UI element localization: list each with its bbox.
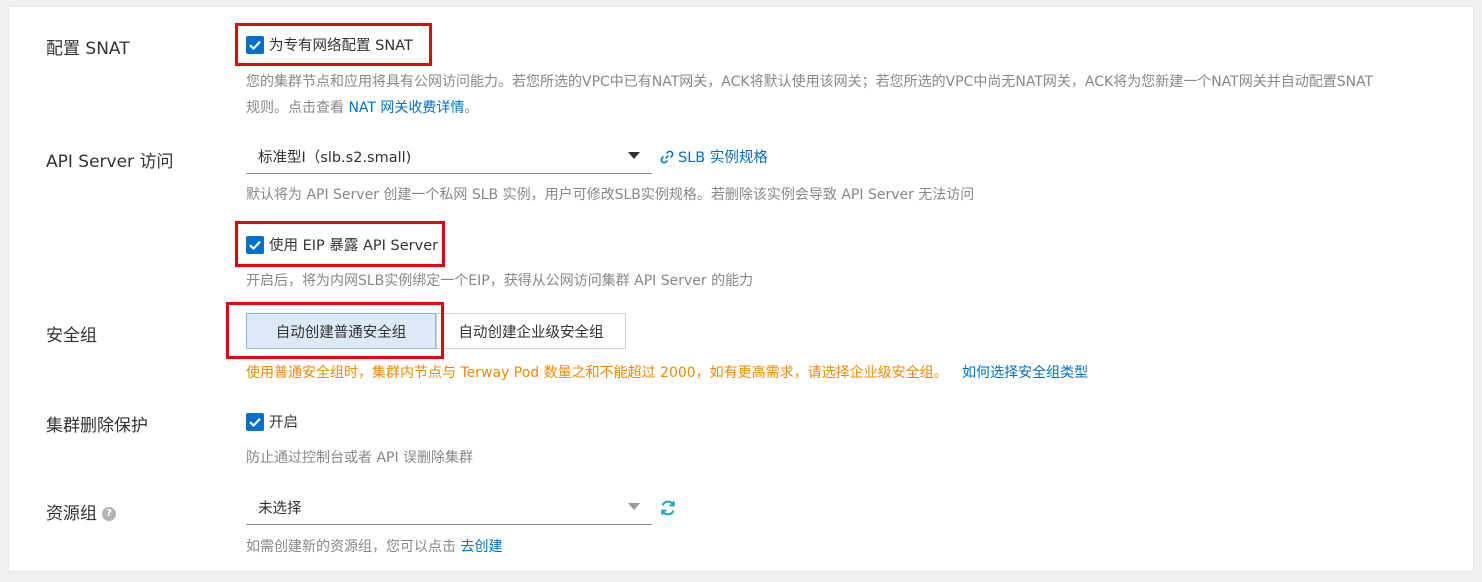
eip-desc: 开启后，将为内网SLB实例绑定一个EIP，获得从公网访问集群 API Serve…: [246, 273, 754, 289]
highlight-box-snat: [235, 23, 432, 66]
resource-group-select[interactable]: 未选择: [246, 489, 652, 525]
snat-desc-line1: 您的集群节点和应用将具有公网访问能力。若您所选的VPC中已有NAT网关，ACK将…: [246, 74, 1374, 90]
deletion-protection-checkbox-label: 开启: [269, 415, 298, 431]
chevron-down-icon: [628, 152, 640, 159]
security-group-warning: 使用普通安全组时，集群内节点与 Terway Pod 数量之和不能超过 2000…: [246, 365, 1089, 381]
security-group-option-enterprise[interactable]: 自动创建企业级安全组: [436, 313, 626, 349]
deletion-protection-checkbox[interactable]: [246, 412, 264, 431]
slb-spec-select-value: 标准型I（slb.s2.small): [258, 150, 412, 166]
refresh-icon[interactable]: [658, 498, 678, 522]
resource-group-label-row: 资源组?: [46, 499, 116, 524]
slb-spec-select[interactable]: 标准型I（slb.s2.small): [246, 138, 652, 174]
chevron-down-icon: [628, 503, 640, 510]
deletion-protection-checkbox-row[interactable]: 开启: [246, 411, 298, 432]
highlight-box-eip: [235, 221, 445, 267]
create-resource-group-link[interactable]: 去创建: [460, 539, 502, 555]
link-icon: [660, 150, 674, 164]
snat-desc-line2: 规则。点击查看 NAT 网关收费详情。: [246, 100, 479, 116]
help-icon[interactable]: ?: [102, 507, 116, 521]
slb-spec-link[interactable]: SLB 实例规格: [660, 146, 768, 167]
check-icon: [249, 417, 261, 427]
api-server-desc: 默认将为 API Server 创建一个私网 SLB 实例，用户可修改SLB实例…: [246, 187, 975, 203]
deletion-protection-label: 集群删除保护: [46, 416, 148, 436]
resource-group-desc: 如需创建新的资源组，您可以点击 去创建: [246, 539, 503, 555]
resource-group-select-value: 未选择: [258, 501, 302, 517]
highlight-box-security-group: [226, 302, 444, 359]
nat-fee-link[interactable]: NAT 网关收费详情: [348, 100, 464, 116]
resource-group-label: 资源组: [46, 504, 97, 524]
security-group-label: 安全组: [46, 326, 97, 346]
snat-label: 配置 SNAT: [46, 39, 130, 59]
api-server-label: API Server 访问: [46, 152, 174, 172]
deletion-protection-desc: 防止通过控制台或者 API 误删除集群: [246, 450, 474, 466]
security-group-help-link[interactable]: 如何选择安全组类型: [962, 365, 1088, 381]
